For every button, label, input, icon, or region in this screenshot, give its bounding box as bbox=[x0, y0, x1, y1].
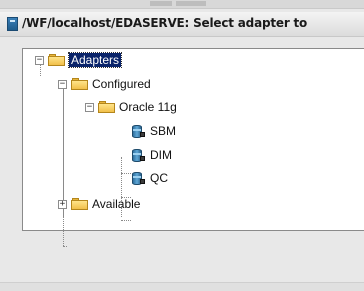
tree-node-adapters[interactable]: − Adapters bbox=[35, 51, 123, 69]
tree-node-adapter-sbm[interactable]: SBM bbox=[131, 122, 176, 140]
tree-node-label: Oracle 11g bbox=[119, 100, 177, 114]
toolbar-tab-mark bbox=[176, 1, 206, 6]
tree-node-adapter-qc[interactable]: QC bbox=[131, 169, 168, 187]
collapse-toggle[interactable]: − bbox=[35, 55, 44, 65]
toolbar-tab-mark bbox=[150, 1, 172, 6]
database-adapter-icon bbox=[131, 148, 145, 163]
dialog-bottom-edge bbox=[0, 282, 364, 291]
expand-toggle[interactable]: + bbox=[58, 199, 67, 209]
dialog-window: /WF/localhost/EDASERVE: Select adapter t… bbox=[0, 0, 364, 291]
database-adapter-icon bbox=[131, 171, 145, 186]
tree-node-label: QC bbox=[150, 171, 168, 185]
collapse-toggle[interactable]: − bbox=[58, 79, 67, 89]
tree-node-label: Adapters bbox=[67, 52, 123, 68]
tree-connector-line bbox=[121, 220, 131, 221]
tree-node-label: DIM bbox=[150, 148, 172, 162]
window-title: /WF/localhost/EDASERVE: Select adapter t… bbox=[22, 16, 308, 30]
folder-icon bbox=[71, 198, 88, 210]
tree-node-label: Available bbox=[92, 197, 141, 211]
database-adapter-icon bbox=[131, 124, 145, 139]
top-toolbar-strip bbox=[0, 0, 364, 9]
tree-node-adapter-dim[interactable]: DIM bbox=[131, 146, 172, 164]
tree-connector-line bbox=[63, 246, 67, 247]
tree-node-label: SBM bbox=[150, 124, 177, 138]
adapter-tree-view[interactable]: − Adapters − Configured − Oracle 11g SBM… bbox=[22, 48, 364, 247]
tree-node-configured[interactable]: − Configured bbox=[58, 75, 151, 93]
collapse-toggle[interactable]: − bbox=[85, 102, 94, 112]
tree-node-oracle-11g[interactable]: − Oracle 11g bbox=[85, 98, 177, 116]
tree-node-available[interactable]: + Available bbox=[58, 195, 140, 213]
folder-icon bbox=[98, 101, 115, 113]
folder-icon bbox=[48, 54, 65, 66]
application-window-icon bbox=[7, 17, 18, 31]
title-bar[interactable]: /WF/localhost/EDASERVE: Select adapter t… bbox=[0, 12, 364, 37]
folder-icon bbox=[71, 78, 88, 90]
tree-node-label: Configured bbox=[92, 77, 151, 91]
tree-connector-line bbox=[121, 173, 131, 174]
